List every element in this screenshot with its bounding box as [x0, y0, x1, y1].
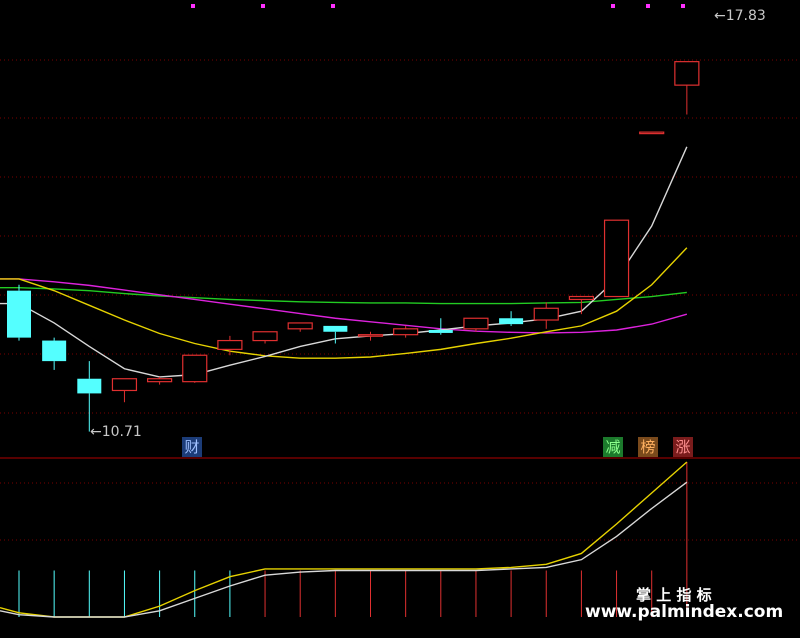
badge-jian[interactable]: 减 [603, 437, 623, 457]
candle-body-1 [42, 340, 67, 362]
candle-body-18 [639, 131, 665, 135]
ma-white-line [0, 146, 688, 378]
candle-body-7 [252, 331, 278, 342]
stock-chart [0, 4, 800, 618]
candle-body-5 [182, 354, 208, 383]
candle-body-10 [357, 334, 384, 337]
watermark-url: www.palmindex.com [585, 602, 784, 622]
low-price-value: 10.71 [101, 424, 142, 440]
badge-zhang[interactable]: 涨 [673, 437, 693, 457]
candle-body-19 [674, 61, 700, 86]
top-marker-4 [646, 4, 650, 8]
top-marker-5 [681, 4, 685, 8]
candle-body-16 [568, 295, 595, 301]
sub-white-line [0, 481, 688, 618]
candle-body-3 [111, 378, 138, 392]
top-marker-2 [331, 4, 335, 8]
sub-yellow-line [0, 461, 688, 618]
candle-body-8 [287, 322, 313, 330]
candle-body-9 [323, 325, 348, 332]
left-arrow-icon: ← [714, 8, 726, 24]
top-marker-1 [261, 4, 265, 8]
low-price-label: ←10.71 [90, 424, 142, 440]
candle-body-6 [217, 339, 243, 350]
candle-body-17 [603, 219, 630, 298]
candle-body-2 [77, 378, 102, 394]
high-price-label: ←17.83 [714, 8, 766, 24]
candle-body-12 [428, 329, 453, 333]
top-marker-0 [191, 4, 195, 8]
candle-body-4 [147, 378, 173, 383]
badge-cai[interactable]: 财 [182, 437, 202, 457]
high-price-value: 17.83 [725, 8, 766, 24]
top-marker-3 [611, 4, 615, 8]
ma-green-line [0, 287, 687, 305]
left-arrow-icon: ← [90, 424, 102, 440]
candle-body-0 [7, 290, 31, 338]
candle-body-15 [533, 307, 559, 321]
candle-body-11 [393, 328, 419, 336]
badge-bang[interactable]: 榜 [638, 437, 658, 457]
candle-body-13 [463, 317, 489, 330]
candle-body-14 [499, 318, 524, 325]
